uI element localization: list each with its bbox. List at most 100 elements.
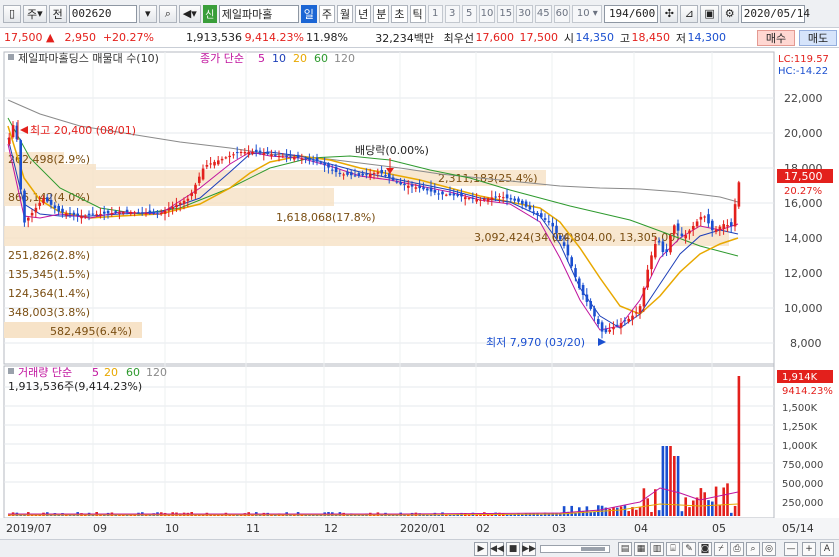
period-tick[interactable]: 틱 [409,4,426,23]
scroll-track[interactable] [540,545,610,553]
candle-body [684,235,687,239]
interval-5[interactable]: 5 [461,4,477,23]
price-tick: 10,000 [784,302,823,315]
candle-body [638,306,642,313]
zoom-out-button[interactable]: — [784,542,798,556]
candle-body [198,176,201,183]
scroll-next-icon[interactable]: ▶ [474,542,488,556]
best-bid: 17,500 [519,31,559,44]
price-tick: 22,000 [784,92,823,105]
date-tick: 2020/01 [400,522,446,535]
ruler-icon[interactable]: ⌿ [714,542,728,556]
print-icon[interactable]: ⎙ [730,542,744,556]
scroll-thumb[interactable] [581,547,605,551]
interval-30[interactable]: 30 [516,4,533,23]
buy-button[interactable]: 매수 [757,30,795,46]
interval-45[interactable]: 45 [534,4,552,23]
candle-body [171,206,174,209]
magnifier-icon[interactable]: ⌕ [746,542,760,556]
candle-body [399,182,402,185]
draw-icon[interactable]: ✎ [682,542,696,556]
stock-chart[interactable]: 262,498(2.9%) 866,142(4.0%) 1,618,068(17… [0,48,839,539]
candle-body [46,197,49,202]
candle-body [562,242,566,246]
legend-ma60: 60 [314,52,328,65]
candle-body [334,166,338,173]
volume-bar [661,446,665,516]
quote-bar: 17,500 ▲ 2,950 +20.27% 1,913,536 9,414.2… [0,28,839,48]
profile-label-6: 251,826(2.8%) [8,249,90,262]
bar-count-field[interactable]: 194/600 [604,4,659,23]
period-day[interactable]: 일 [300,4,317,23]
camera-icon[interactable]: ◙ [698,542,712,556]
grid-icon[interactable]: ▦ [634,542,648,556]
candle-body [270,154,273,157]
volume-bar [638,506,642,516]
candle-body [521,200,524,205]
period-year[interactable]: 년 [355,4,372,23]
fit-button[interactable]: A [820,542,834,556]
settings-icon[interactable]: ◎ [762,542,776,556]
interval-15[interactable]: 15 [497,4,515,23]
chart-type-icon[interactable]: ▥ [650,542,664,556]
sell-button[interactable]: 매도 [799,30,837,46]
period-minute[interactable]: 분 [373,4,390,23]
zoom-in-button[interactable]: + [802,542,816,556]
volume-bar [612,507,615,516]
indicator-icon[interactable]: ⌸ [666,542,680,556]
candle-body [585,294,589,302]
period-second[interactable]: 초 [391,4,408,23]
legend-ma5: 5 [258,52,265,65]
candle-body [53,205,57,209]
market-select[interactable]: 전 [48,4,67,23]
candle-body [460,193,463,197]
current-price-tag-value: 17,500 [784,170,823,183]
date-input[interactable]: 2020/05/14 [740,4,810,23]
stock-name-field[interactable]: 제일파마홀 [218,4,299,23]
search-icon[interactable]: ⌕ [158,4,177,23]
candle-body [737,182,741,207]
period-month[interactable]: 월 [337,4,354,23]
turnover-rate: 11.98% [306,31,348,44]
interval-3[interactable]: 3 [444,4,460,23]
scroll-end-icon[interactable]: ▶▶ [522,542,536,556]
volume-bar [722,487,725,516]
candle-body [445,194,448,196]
volume-bar [635,509,638,516]
candle-body [152,211,155,214]
date-tick: 02 [476,522,490,535]
interval-60[interactable]: 60 [553,4,571,23]
candle-body [448,193,452,196]
interval-select[interactable]: 10 ▾ [572,4,603,23]
speaker-icon[interactable]: ◀▾ [178,4,201,23]
panel-icon[interactable]: ▯ [3,4,21,23]
period-week[interactable]: 주 [318,4,336,23]
code-dropdown-button[interactable]: ▾ [138,4,157,23]
interval-10[interactable]: 10 [478,4,496,23]
compare-icon[interactable]: ⊿ [680,4,699,23]
candle-body [133,212,136,214]
candle-body [437,193,440,195]
candle-body [559,235,562,240]
gear-icon[interactable]: ⚙ [720,4,739,23]
volume-bar [646,498,649,516]
volume-bar [619,506,623,516]
chart-type-select[interactable]: 주 ▾ [23,4,47,23]
candle-body [224,157,228,159]
scroll-start-icon[interactable]: ◀◀ [490,542,504,556]
volume-bar [695,497,699,516]
candle-body [266,151,269,154]
open-label: 시 [563,31,574,45]
volume-bar [676,456,680,516]
zoom-reset-icon[interactable]: ▤ [618,542,632,556]
candle-body [479,199,482,201]
interval-1[interactable]: 1 [427,4,443,23]
crosshair-icon[interactable]: ✣ [660,4,679,23]
candle-body [726,225,729,227]
save-icon[interactable]: ▣ [700,4,719,23]
stop-icon[interactable]: ■ [506,542,520,556]
candle-body [217,160,220,165]
candle-body [319,162,323,164]
stock-code-input[interactable]: 002620 [68,4,137,23]
volume-bar [673,456,676,516]
